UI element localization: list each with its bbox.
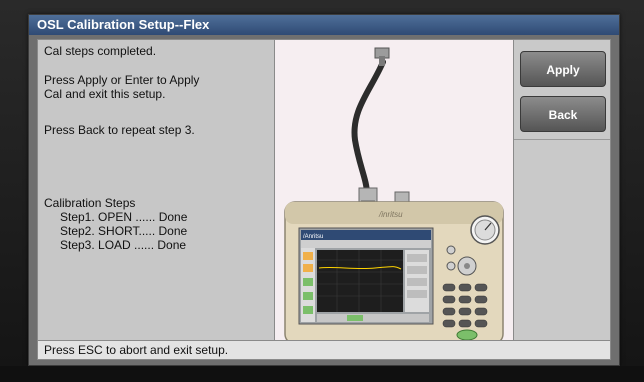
softkey-divider: [514, 139, 610, 140]
device-illustration: /inritsu /Anritsu: [284, 47, 504, 343]
calibration-steps-heading: Calibration Steps: [44, 196, 136, 210]
device-screen-brand: /Anritsu: [303, 234, 323, 240]
instruction-back: Press Back to repeat step 3.: [44, 123, 195, 137]
calibration-step-load: Step3. LOAD ...... Done: [60, 238, 187, 252]
rotary-knob-icon: [470, 215, 500, 245]
bottom-strip: [0, 366, 644, 382]
back-button[interactable]: Back: [520, 96, 606, 132]
device-illustration-panel: /inritsu /Anritsu: [275, 39, 513, 344]
cable-connector-icon: [374, 47, 390, 66]
calibration-step-short: Step2. SHORT..... Done: [60, 224, 188, 238]
instrument-screen: OSL Calibration Setup--Flex Cal steps co…: [0, 0, 644, 382]
flex-cable: [351, 59, 386, 197]
status-bar: Press ESC to abort and exit setup.: [37, 340, 611, 360]
softkey-panel: Apply Back: [513, 39, 611, 344]
osl-calibration-dialog: OSL Calibration Setup--Flex Cal steps co…: [28, 14, 620, 366]
instruction-apply-line2: Cal and exit this setup.: [44, 87, 166, 101]
instruction-apply-line1: Press Apply or Enter to Apply: [44, 73, 200, 87]
instruction-cal-completed: Cal steps completed.: [44, 44, 157, 58]
calibration-step-open: Step1. OPEN ...... Done: [60, 210, 188, 224]
device-brand-text: /inritsu: [378, 210, 403, 219]
apply-button[interactable]: Apply: [520, 51, 606, 87]
instructions-panel: Cal steps completed. Press Apply or Ente…: [37, 39, 275, 344]
dialog-title: OSL Calibration Setup--Flex: [29, 15, 619, 35]
enter-key-icon: [456, 329, 478, 341]
